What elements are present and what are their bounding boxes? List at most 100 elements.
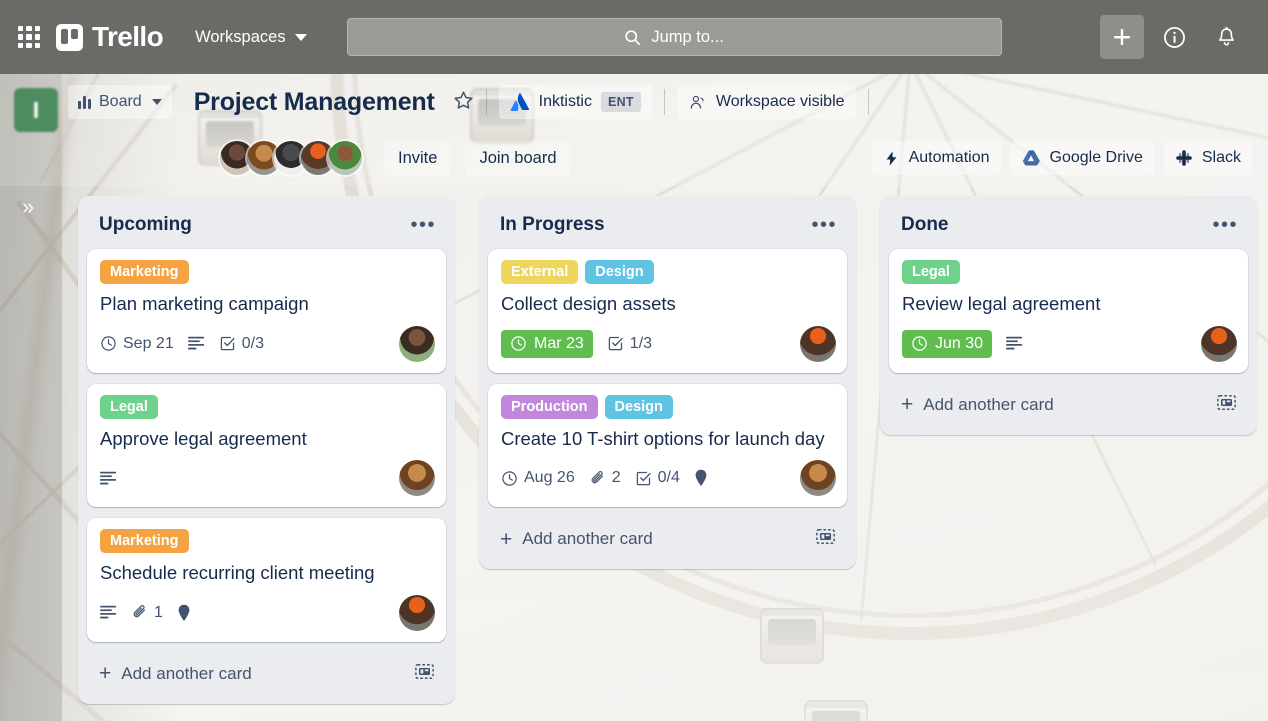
card-badges: Mar 23 1/3	[501, 325, 836, 362]
header-divider	[485, 89, 487, 115]
invite-button[interactable]: Invite	[384, 140, 452, 176]
list-title[interactable]: Upcoming	[99, 214, 192, 236]
location-pin-icon	[695, 469, 707, 487]
board-list: Done ••• Legal Review legal agreement Jun …	[880, 196, 1257, 435]
plus-icon: +	[901, 393, 914, 417]
card-template-icon-button[interactable]	[816, 527, 835, 551]
list-title[interactable]: In Progress	[500, 214, 605, 236]
card-label[interactable]: Production	[501, 394, 598, 419]
ellipsis-icon[interactable]: •••	[1212, 215, 1238, 235]
clock-icon	[511, 336, 526, 351]
card-template-icon	[415, 663, 434, 679]
description-icon	[100, 471, 117, 485]
board-visibility-button[interactable]: Workspace visible	[676, 85, 856, 119]
card[interactable]: Legal Review legal agreement Jun 30	[889, 249, 1248, 373]
card-label[interactable]: Legal	[100, 394, 158, 419]
card-template-icon-button[interactable]	[415, 662, 434, 686]
trello-logo[interactable]: Trello	[56, 21, 164, 53]
header-divider-3	[867, 89, 869, 115]
create-button[interactable]: +	[1100, 15, 1144, 59]
due-date-text: Jun 30	[935, 334, 984, 352]
description-icon	[187, 336, 204, 350]
card-labels: External Design	[501, 260, 834, 285]
add-another-card-button[interactable]: + Add another card	[488, 515, 847, 563]
page-title[interactable]: Project Management	[194, 88, 435, 117]
join-board-button[interactable]: Join board	[465, 140, 571, 176]
list-title[interactable]: Done	[901, 214, 949, 236]
card-avatar-1[interactable]	[399, 325, 435, 362]
card-label[interactable]: External	[501, 260, 579, 285]
checklist-icon	[220, 336, 235, 351]
checklist-count: 1/3	[629, 334, 653, 352]
attachment-count: 2	[611, 469, 621, 487]
due-date-badge[interactable]: Jun 30	[902, 329, 993, 358]
card-template-icon-button[interactable]	[1217, 393, 1236, 417]
card[interactable]: Marketing Plan marketing campaign Sep 21 …	[87, 249, 446, 373]
board-list: In Progress ••• External Design Collect des…	[479, 196, 856, 570]
checklist-count: 0/4	[657, 469, 680, 487]
location-badge	[694, 469, 708, 487]
board-visibility-label: Workspace visible	[715, 93, 845, 110]
sidebar-expand-button[interactable]: »	[22, 196, 34, 218]
trello-board-app: Trello Workspaces Jump to... + I » Board…	[0, 0, 1268, 721]
card[interactable]: Legal Approve legal agreement	[87, 383, 446, 508]
workspace-name-button[interactable]: Inktistic ENT	[498, 85, 652, 119]
board-columns-icon	[78, 95, 91, 109]
card-avatar-4[interactable]	[800, 325, 836, 362]
board-header-row-primary: Board Project Management Inktistic ENT W…	[0, 74, 1268, 130]
add-another-card-button[interactable]: + Add another card	[87, 650, 446, 698]
slack-button[interactable]: Slack	[1163, 141, 1252, 175]
checklist-badge: 0/3	[219, 335, 264, 353]
due-date-text: Sep 21	[123, 334, 174, 352]
description-badge	[100, 471, 117, 486]
due-date-badge[interactable]: Mar 23	[501, 329, 593, 358]
location-badge	[177, 604, 191, 622]
card-badges: Sep 21 0/3	[100, 325, 435, 362]
sidebar-expand-label: »	[22, 194, 35, 219]
info-circle-icon[interactable]	[1152, 15, 1196, 59]
header-divider-2	[663, 89, 665, 115]
due-date-text: Mar 23	[534, 334, 584, 352]
grid-apps-icon[interactable]	[14, 22, 44, 52]
member-avatar-5[interactable]	[328, 141, 362, 175]
ellipsis-icon[interactable]: •••	[410, 215, 436, 235]
card-badges	[100, 460, 435, 497]
search-input[interactable]: Jump to...	[346, 18, 1002, 56]
google-drive-button[interactable]: Google Drive	[1010, 141, 1154, 175]
trello-mark-icon	[56, 23, 83, 51]
card-avatar-2[interactable]	[800, 460, 836, 497]
card-label[interactable]: Design	[585, 260, 654, 285]
add-card-label: Add another card	[522, 529, 653, 549]
workspaces-label: Workspaces	[195, 27, 286, 46]
add-another-card-button[interactable]: + Add another card	[889, 381, 1248, 429]
card-avatar-4[interactable]	[399, 594, 435, 631]
board-view-switcher-button[interactable]: Board	[68, 85, 172, 119]
card-avatar-4[interactable]	[1201, 325, 1237, 362]
global-nav-actions: +	[1100, 15, 1254, 59]
due-date-badge[interactable]: Aug 26	[501, 469, 575, 487]
card-label[interactable]: Legal	[902, 260, 960, 285]
automation-label: Automation	[908, 149, 990, 166]
card[interactable]: Marketing Schedule recurring client meeti…	[87, 518, 446, 642]
plus-icon: +	[99, 662, 112, 686]
card-title: Create 10 T-shirt options for launch day	[501, 427, 825, 449]
due-date-badge[interactable]: Sep 21	[100, 335, 174, 353]
card-avatar-2[interactable]	[399, 460, 435, 497]
bell-icon[interactable]	[1204, 15, 1248, 59]
automation-button[interactable]: Automation	[871, 141, 1001, 175]
add-card-label: Add another card	[121, 663, 252, 683]
board-lists-canvas: Upcoming ••• Marketing Plan marketing camp…	[62, 186, 1268, 721]
list-header: Upcoming •••	[87, 205, 446, 249]
card-title: Review legal agreement	[902, 293, 1101, 315]
card-label[interactable]: Marketing	[100, 529, 189, 554]
ellipsis-icon[interactable]: •••	[811, 215, 837, 235]
checklist-badge: 0/4	[635, 469, 680, 487]
card-labels: Legal	[100, 394, 433, 419]
card-label[interactable]: Marketing	[100, 260, 189, 285]
board-header-row-secondary: Invite Join board Automation Google Driv…	[0, 130, 1268, 186]
star-outline-icon[interactable]	[453, 90, 474, 115]
card[interactable]: External Design Collect design assets Mar …	[488, 249, 847, 373]
card[interactable]: Production Design Create 10 T-shirt option…	[488, 383, 847, 508]
workspaces-menu-button[interactable]: Workspaces	[185, 21, 316, 54]
card-label[interactable]: Design	[604, 394, 673, 419]
